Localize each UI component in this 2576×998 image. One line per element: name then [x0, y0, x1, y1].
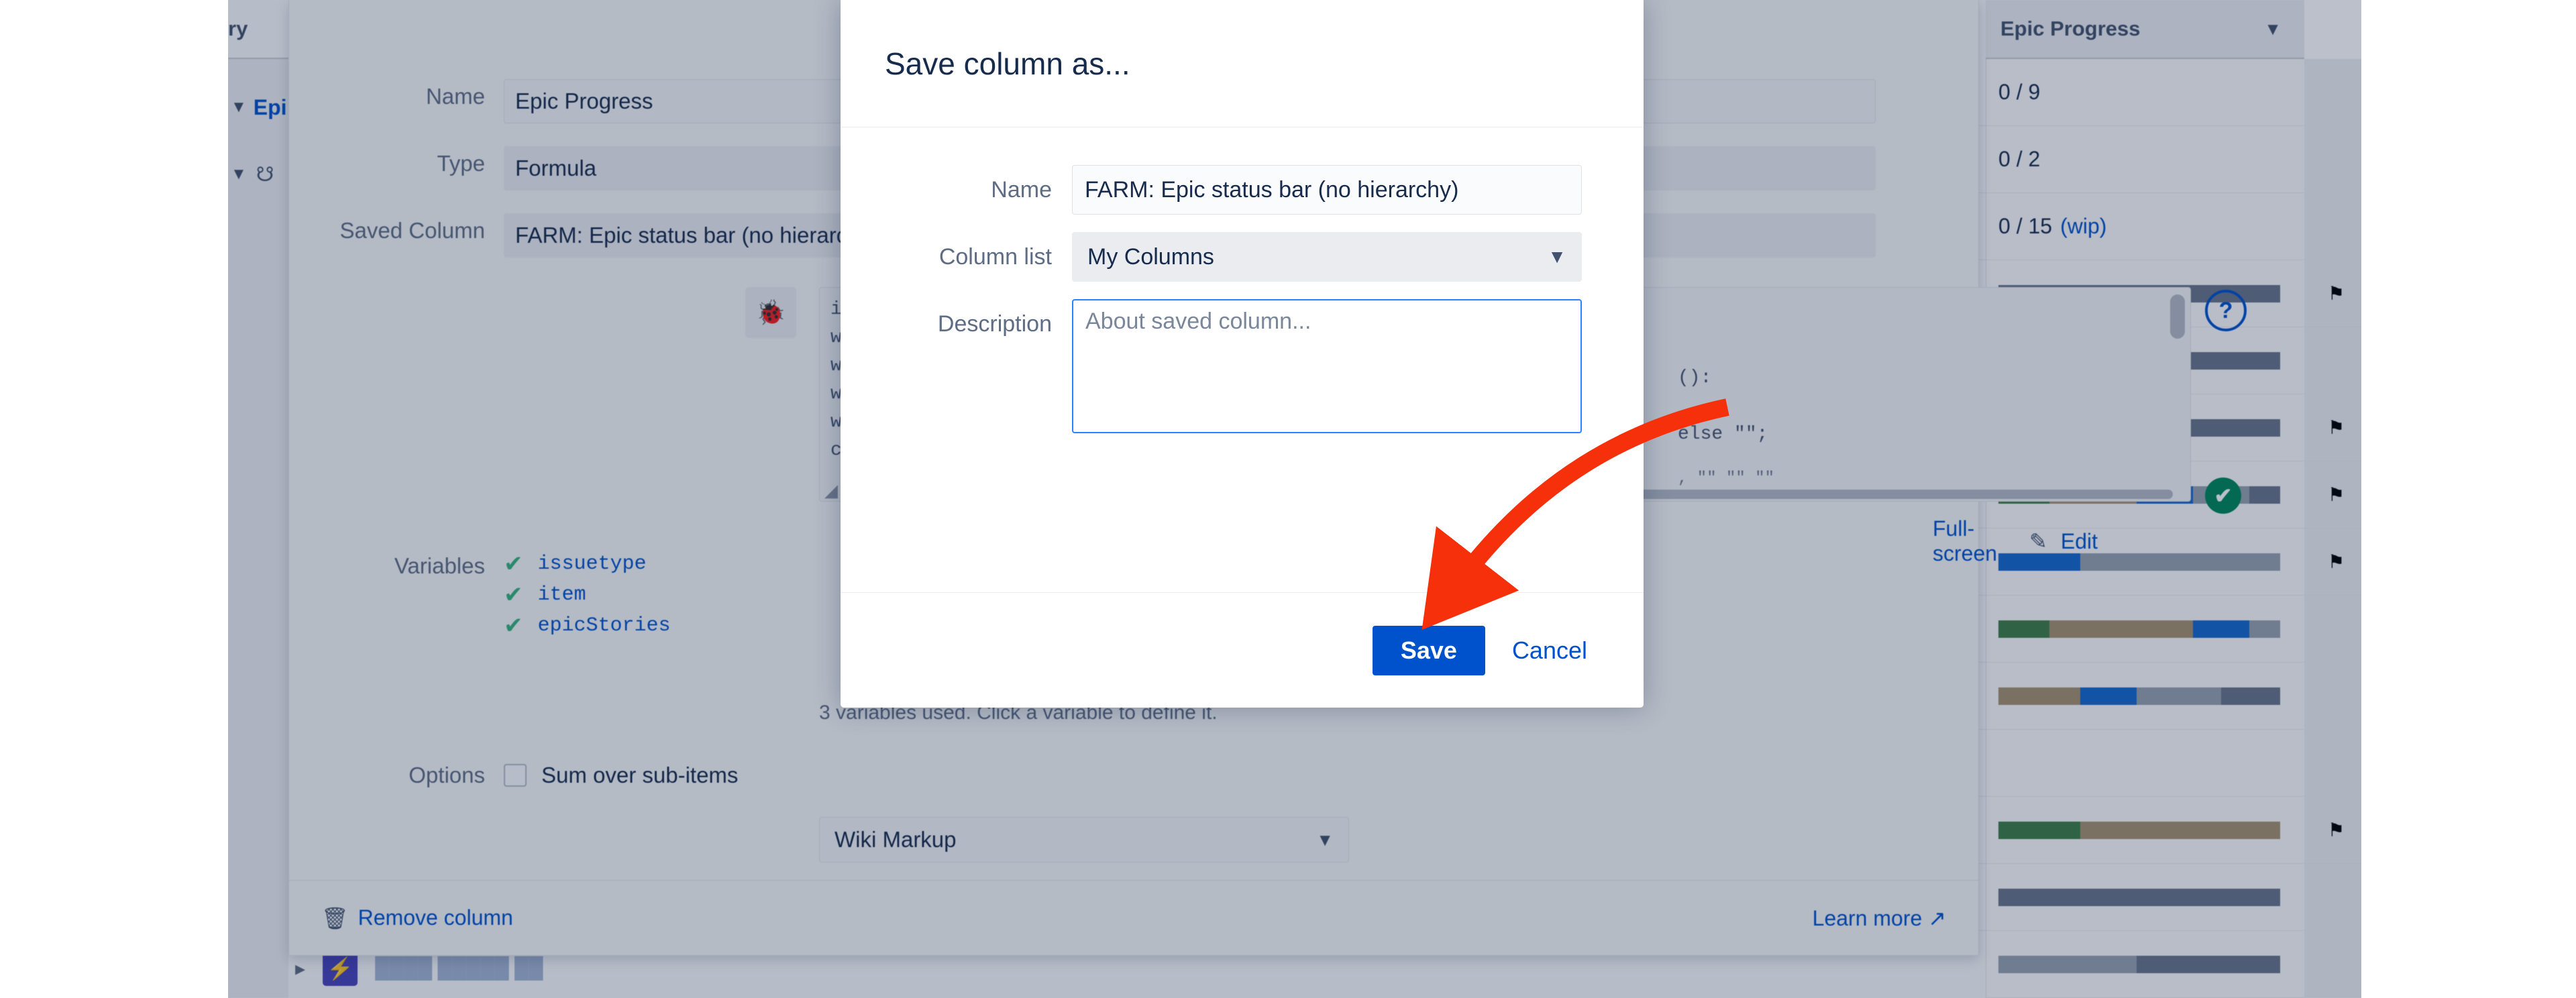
column-list-value: My Columns: [1087, 243, 1214, 270]
cancel-button[interactable]: Cancel: [1500, 626, 1599, 675]
dialog-body: Name Column list My Columns ▼ Descriptio…: [841, 127, 1644, 433]
chevron-down-icon: ▼: [1548, 246, 1566, 267]
dialog-field-name: Name: [841, 165, 1599, 215]
page-right-margin: [2361, 0, 2576, 998]
dialog-field-description: Description: [841, 299, 1599, 433]
dialog-title: Save column as...: [885, 46, 1130, 81]
column-list-label: Column list: [938, 244, 1052, 270]
save-column-dialog: Save column as... Name Column list My Co…: [841, 0, 1644, 708]
dialog-header: Save column as...: [841, 0, 1644, 127]
name-input[interactable]: [1072, 165, 1582, 215]
dialog-field-column-list: Column list My Columns ▼: [841, 232, 1599, 282]
name-field-label: Name: [991, 177, 1052, 203]
dialog-footer: Save Cancel: [841, 592, 1644, 708]
column-list-select[interactable]: My Columns ▼: [1072, 232, 1582, 282]
save-button[interactable]: Save: [1372, 625, 1485, 675]
description-label: Description: [937, 311, 1052, 337]
page-left-margin: [0, 0, 228, 998]
description-textarea[interactable]: [1072, 299, 1582, 433]
